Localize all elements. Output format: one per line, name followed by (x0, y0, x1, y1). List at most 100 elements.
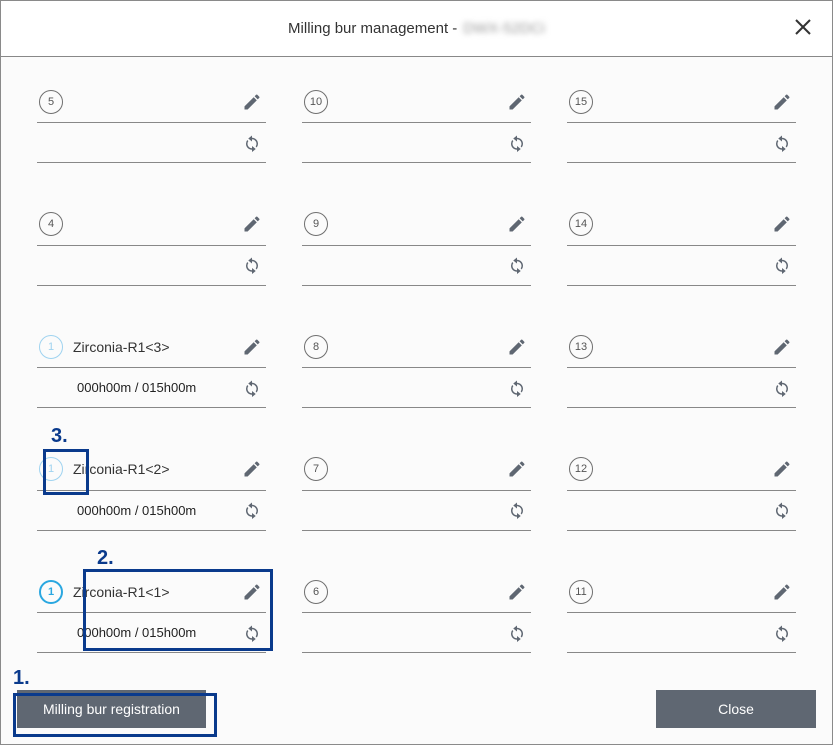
close-icon[interactable] (794, 18, 812, 40)
slot-number-badge: 11 (569, 580, 593, 604)
slot-row-usage (302, 491, 531, 531)
slot-number-badge: 6 (304, 580, 328, 604)
slot-row-name: 8 (302, 326, 531, 368)
pencil-icon[interactable] (772, 582, 792, 602)
pencil-icon[interactable] (772, 92, 792, 112)
bur-slot: 9 (302, 204, 531, 303)
bur-slot: 14 (567, 204, 796, 303)
refresh-icon[interactable] (772, 378, 792, 398)
slot-row-usage: 000h00m / 015h00m (37, 368, 266, 408)
usage-time-label: 000h00m / 015h00m (77, 503, 230, 518)
slot-number-badge: 9 (304, 212, 328, 236)
pencil-icon[interactable] (242, 92, 262, 112)
refresh-icon[interactable] (242, 133, 262, 153)
bur-slot: 12 (567, 449, 796, 548)
slot-number-badge: 1 (39, 335, 63, 359)
refresh-icon[interactable] (507, 623, 527, 643)
bur-slot: 1 Zirconia-R1<1> 000h00m / 015h00m (37, 571, 266, 670)
refresh-icon[interactable] (507, 133, 527, 153)
slot-number-badge: 7 (304, 457, 328, 481)
slot-number-badge: 1 (39, 580, 63, 604)
bur-slot: 8 (302, 326, 531, 425)
slot-row-usage (567, 246, 796, 286)
slot-row-usage: 000h00m / 015h00m (37, 491, 266, 531)
slot-row-usage (567, 613, 796, 653)
refresh-icon[interactable] (772, 133, 792, 153)
slot-number-badge: 1 (39, 457, 63, 481)
bur-slot: 1 Zirconia-R1<3> 000h00m / 015h00m (37, 326, 266, 425)
pencil-icon[interactable] (242, 214, 262, 234)
slot-number-badge: 4 (39, 212, 63, 236)
slot-row-usage (567, 123, 796, 163)
refresh-icon[interactable] (772, 623, 792, 643)
pencil-icon[interactable] (772, 337, 792, 357)
pencil-icon[interactable] (507, 459, 527, 479)
pencil-icon[interactable] (507, 582, 527, 602)
refresh-icon[interactable] (507, 378, 527, 398)
usage-time-label: 000h00m / 015h00m (77, 625, 230, 640)
slot-row-name: 1 Zirconia-R1<2> (37, 449, 266, 491)
slot-number-badge: 15 (569, 90, 593, 114)
usage-time-label: 000h00m / 015h00m (77, 380, 230, 395)
refresh-icon[interactable] (507, 255, 527, 275)
refresh-icon[interactable] (772, 500, 792, 520)
slot-row-usage (302, 246, 531, 286)
refresh-icon[interactable] (242, 623, 262, 643)
slot-row-name: 1 Zirconia-R1<3> (37, 326, 266, 368)
slot-row-name: 1 Zirconia-R1<1> (37, 571, 266, 613)
pencil-icon[interactable] (772, 459, 792, 479)
slot-row-name: 11 (567, 571, 796, 613)
refresh-icon[interactable] (242, 255, 262, 275)
title-model: DWX-52DCi (463, 20, 545, 37)
slot-row-name: 6 (302, 571, 531, 613)
slot-name-label: Zirconia-R1<3> (73, 339, 232, 355)
dialog-header: Milling bur management - DWX-52DCi (1, 1, 832, 57)
slot-name-label: Zirconia-R1<1> (73, 584, 232, 600)
pencil-icon[interactable] (772, 214, 792, 234)
pencil-icon[interactable] (507, 92, 527, 112)
slot-row-usage (302, 123, 531, 163)
slot-grid: 5 10 15 4 9 14 1 Zirconia-R1<3> 000h00m / 015h00… (1, 57, 832, 674)
slot-row-name: 12 (567, 449, 796, 491)
slot-name-label: Zirconia-R1<2> (73, 461, 232, 477)
slot-row-usage (567, 368, 796, 408)
bur-slot: 11 (567, 571, 796, 670)
bur-slot: 13 (567, 326, 796, 425)
slot-row-usage (37, 123, 266, 163)
dialog-title: Milling bur management - DWX-52DCi (288, 20, 545, 37)
dialog-window: Milling bur management - DWX-52DCi 5 10 15… (0, 0, 833, 745)
slot-number-badge: 5 (39, 90, 63, 114)
refresh-icon[interactable] (507, 500, 527, 520)
slot-number-badge: 14 (569, 212, 593, 236)
slot-number-badge: 8 (304, 335, 328, 359)
pencil-icon[interactable] (507, 214, 527, 234)
bur-slot: 10 (302, 81, 531, 180)
slot-row-name: 7 (302, 449, 531, 491)
pencil-icon[interactable] (242, 582, 262, 602)
slot-row-name: 13 (567, 326, 796, 368)
slot-number-badge: 10 (304, 90, 328, 114)
slot-row-usage (302, 368, 531, 408)
refresh-icon[interactable] (242, 500, 262, 520)
slot-row-name: 4 (37, 204, 266, 246)
slot-row-usage (302, 613, 531, 653)
refresh-icon[interactable] (242, 378, 262, 398)
dialog-footer: Milling bur registration Close (1, 674, 832, 744)
pencil-icon[interactable] (242, 337, 262, 357)
pencil-icon[interactable] (507, 337, 527, 357)
refresh-icon[interactable] (772, 255, 792, 275)
bur-slot: 6 (302, 571, 531, 670)
bur-slot: 7 (302, 449, 531, 548)
close-button[interactable]: Close (656, 690, 816, 728)
bur-slot: 15 (567, 81, 796, 180)
register-button[interactable]: Milling bur registration (17, 690, 206, 728)
slot-number-badge: 12 (569, 457, 593, 481)
slot-row-name: 9 (302, 204, 531, 246)
slot-number-badge: 13 (569, 335, 593, 359)
slot-row-usage (37, 246, 266, 286)
pencil-icon[interactable] (242, 459, 262, 479)
slot-row-name: 5 (37, 81, 266, 123)
slot-row-usage (567, 491, 796, 531)
slot-row-name: 10 (302, 81, 531, 123)
slot-row-usage: 000h00m / 015h00m (37, 613, 266, 653)
